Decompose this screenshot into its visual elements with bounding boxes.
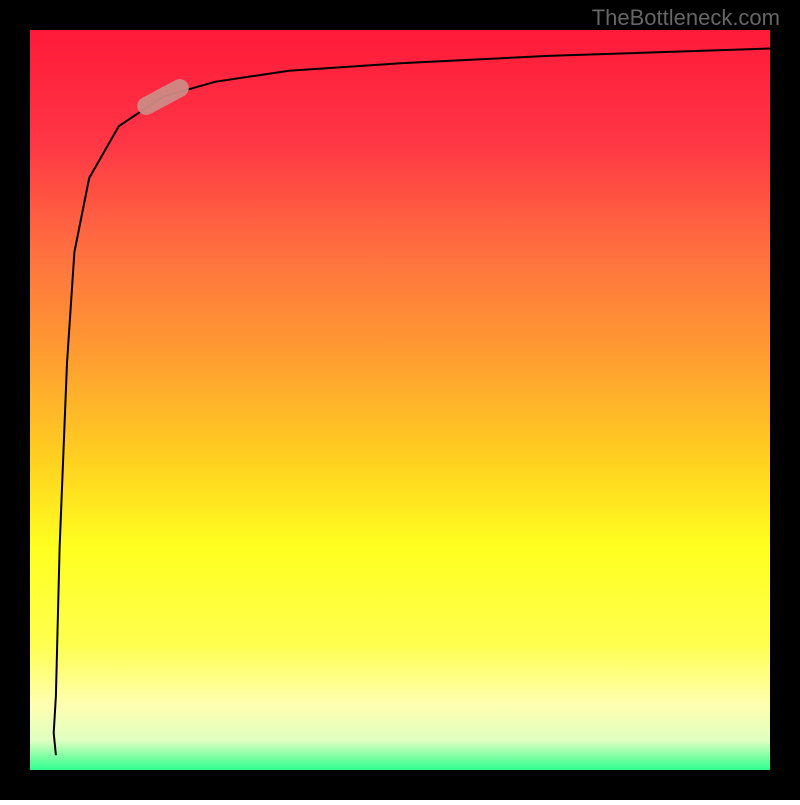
attribution-text: TheBottleneck.com	[592, 5, 780, 31]
plot-area	[30, 30, 770, 770]
chart-svg	[0, 0, 800, 800]
chart-container: TheBottleneck.com	[0, 0, 800, 800]
